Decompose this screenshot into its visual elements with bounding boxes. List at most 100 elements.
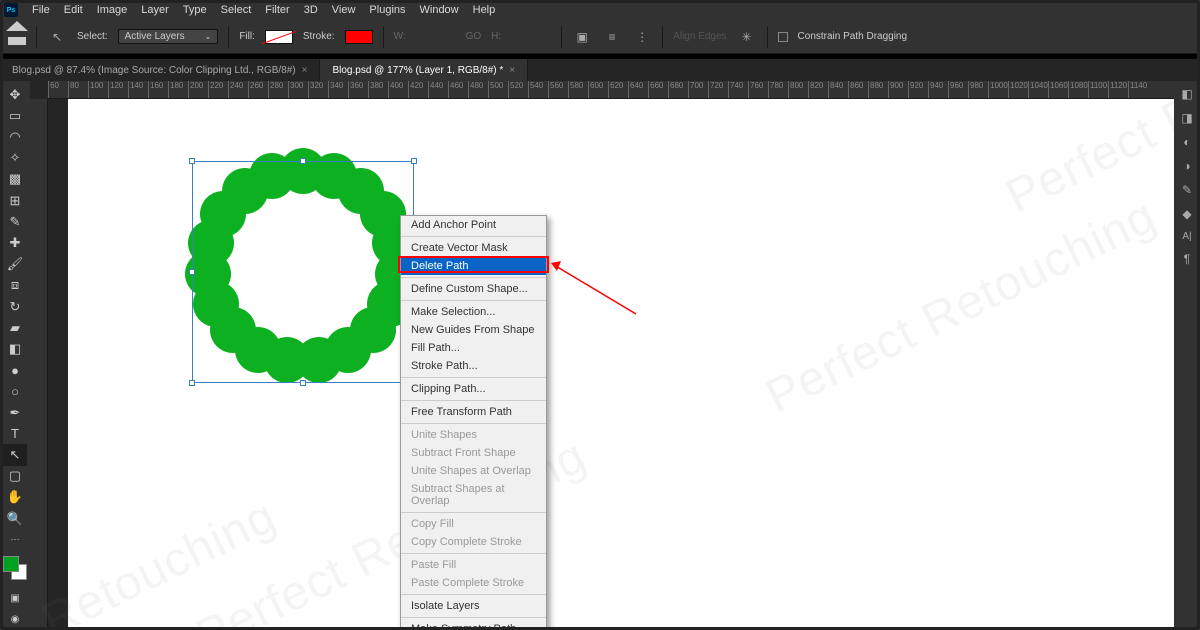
menu-item: Subtract Front Shape [401, 444, 546, 462]
stroke-label: Stroke: [303, 31, 335, 42]
home-icon[interactable] [8, 29, 26, 45]
wand-tool-icon[interactable]: ✧ [3, 148, 27, 169]
close-icon[interactable]: × [302, 65, 308, 76]
stroke-swatch[interactable] [345, 30, 373, 44]
menu-type[interactable]: Type [176, 2, 214, 18]
constrain-checkbox[interactable] [778, 32, 788, 42]
panel-icon[interactable]: ◧ [1181, 87, 1192, 101]
panel-icon[interactable]: ◐ [1183, 135, 1190, 149]
tab-1[interactable]: Blog.psd @ 177% (Layer 1, RGB/8#) *× [320, 59, 528, 81]
menu-item: Copy Complete Stroke [401, 533, 546, 551]
paragraph-panel-icon[interactable]: ¶ [1184, 252, 1190, 266]
collapsed-panels: ◧ ◨ ◐ ◑ ✎ ◆ A| ¶ [1174, 81, 1200, 630]
menu-item[interactable]: Make Symmetry Path [401, 620, 546, 630]
brush-tool-icon[interactable]: 🖌 [3, 254, 27, 275]
stamp-tool-icon[interactable]: ⧈ [3, 275, 27, 296]
menu-select[interactable]: Select [214, 2, 259, 18]
panel-icon[interactable]: ◨ [1181, 111, 1192, 125]
select-dropdown[interactable]: Active Layers [118, 29, 219, 44]
path-ops-icon[interactable]: ▣ [572, 27, 592, 47]
fill-label: Fill: [239, 31, 255, 42]
frame-tool-icon[interactable]: ⊞ [3, 190, 27, 211]
color-swatches[interactable] [3, 556, 27, 583]
heal-tool-icon[interactable]: ✚ [3, 232, 27, 253]
menu-item[interactable]: New Guides From Shape [401, 321, 546, 339]
canvas[interactable]: Perfect Retouching Perfect Retouching Pe… [48, 99, 1174, 630]
menu-item: Paste Fill [401, 556, 546, 574]
dodge-tool-icon[interactable]: ○ [3, 381, 27, 402]
quickmask-icon[interactable]: ◉ [3, 609, 27, 630]
h-label: H: [491, 31, 501, 42]
document-tabs: Blog.psd @ 87.4% (Image Source: Color Cl… [0, 59, 1200, 81]
options-bar: ↖ Select: Active Layers Fill: Stroke: W:… [0, 20, 1200, 54]
align-edges-label: Align Edges [673, 31, 726, 42]
tools-panel: ✥ ▭ ◠ ✧ ▩ ⊞ ✎ ✚ 🖌 ⧈ ↻ ▰ ◧ ● ○ ✒ T ↖ ▢ ✋ … [0, 81, 30, 630]
menu-item[interactable]: Isolate Layers [401, 597, 546, 615]
fill-swatch[interactable] [265, 30, 293, 44]
ruler-horizontal[interactable]: 6080100120140160180200220240260280300320… [48, 81, 1174, 99]
marquee-tool-icon[interactable]: ▭ [3, 105, 27, 126]
hand-tool-icon[interactable]: ✋ [3, 487, 27, 508]
panel-icon[interactable]: ◆ [1182, 207, 1191, 221]
context-menu: Add Anchor Point Create Vector MaskDelete… [400, 215, 547, 630]
transform-bounds[interactable] [192, 161, 414, 383]
ruler-vertical[interactable] [30, 99, 48, 630]
direct-selection-tool-icon[interactable]: ↖ [47, 27, 67, 47]
close-icon[interactable]: × [509, 65, 515, 76]
app-window: Ps FileEditImageLayerTypeSelectFilter3DV… [0, 0, 1200, 630]
canvas-area: 6080100120140160180200220240260280300320… [30, 81, 1174, 630]
edit-toolbar-icon[interactable]: ⋯ [3, 529, 27, 550]
ps-logo: Ps [4, 3, 18, 17]
menubar: Ps FileEditImageLayerTypeSelectFilter3DV… [0, 0, 1200, 20]
watermark: Perfect Retouching [998, 81, 1174, 225]
constrain-label: Constrain Path Dragging [798, 31, 908, 42]
history-brush-icon[interactable]: ↻ [3, 296, 27, 317]
menu-help[interactable]: Help [466, 2, 503, 18]
panel-icon[interactable]: ✎ [1182, 183, 1192, 197]
eyedropper-tool-icon[interactable]: ✎ [3, 211, 27, 232]
menu-plugins[interactable]: Plugins [362, 2, 412, 18]
menu-item[interactable]: Delete Path [401, 257, 546, 275]
path-selection-tool-icon[interactable]: ↖ [3, 444, 27, 465]
menu-item: Unite Shapes at Overlap [401, 462, 546, 480]
gradient-tool-icon[interactable]: ◧ [3, 338, 27, 359]
butterfly-icon[interactable]: ✳ [737, 27, 757, 47]
menu-item[interactable]: Stroke Path... [401, 357, 546, 375]
menu-edit[interactable]: Edit [57, 2, 90, 18]
menu-item: Paste Complete Stroke [401, 574, 546, 592]
go-label: GO [466, 31, 482, 42]
artboard: Perfect Retouching Perfect Retouching Pe… [68, 99, 1174, 630]
type-tool-icon[interactable]: T [3, 423, 27, 444]
menu-item[interactable]: Make Selection... [401, 303, 546, 321]
shape-tool-icon[interactable]: ▢ [3, 466, 27, 487]
menu-item[interactable]: Fill Path... [401, 339, 546, 357]
menu-3d[interactable]: 3D [297, 2, 325, 18]
lasso-tool-icon[interactable]: ◠ [3, 126, 27, 147]
menu-item[interactable]: Clipping Path... [401, 380, 546, 398]
watermark: Perfect Retouching [758, 188, 1165, 424]
text-panel-icon[interactable]: A| [1182, 231, 1191, 242]
tab-0[interactable]: Blog.psd @ 87.4% (Image Source: Color Cl… [0, 59, 320, 81]
crop-tool-icon[interactable]: ▩ [3, 169, 27, 190]
menu-item: Copy Fill [401, 515, 546, 533]
move-tool-icon[interactable]: ✥ [3, 84, 27, 105]
menu-item[interactable]: Define Custom Shape... [401, 280, 546, 298]
menu-filter[interactable]: Filter [258, 2, 296, 18]
zoom-tool-icon[interactable]: 🔍 [3, 508, 27, 529]
pen-tool-icon[interactable]: ✒ [3, 402, 27, 423]
menu-item[interactable]: Free Transform Path [401, 403, 546, 421]
menu-item[interactable]: Create Vector Mask [401, 239, 546, 257]
menu-image[interactable]: Image [90, 2, 135, 18]
screen-mode-icon[interactable]: ▣ [3, 587, 27, 608]
menu-file[interactable]: File [25, 2, 57, 18]
menu-view[interactable]: View [325, 2, 363, 18]
align-icon[interactable]: ≡ [602, 27, 622, 47]
eraser-tool-icon[interactable]: ▰ [3, 317, 27, 338]
menu-window[interactable]: Window [413, 2, 466, 18]
arrange-icon[interactable]: ⋮ [632, 27, 652, 47]
menu-layer[interactable]: Layer [134, 2, 176, 18]
blur-tool-icon[interactable]: ● [3, 360, 27, 381]
menu-item[interactable]: Add Anchor Point [401, 216, 546, 234]
panel-icon[interactable]: ◑ [1183, 159, 1190, 173]
w-label: W: [394, 31, 406, 42]
